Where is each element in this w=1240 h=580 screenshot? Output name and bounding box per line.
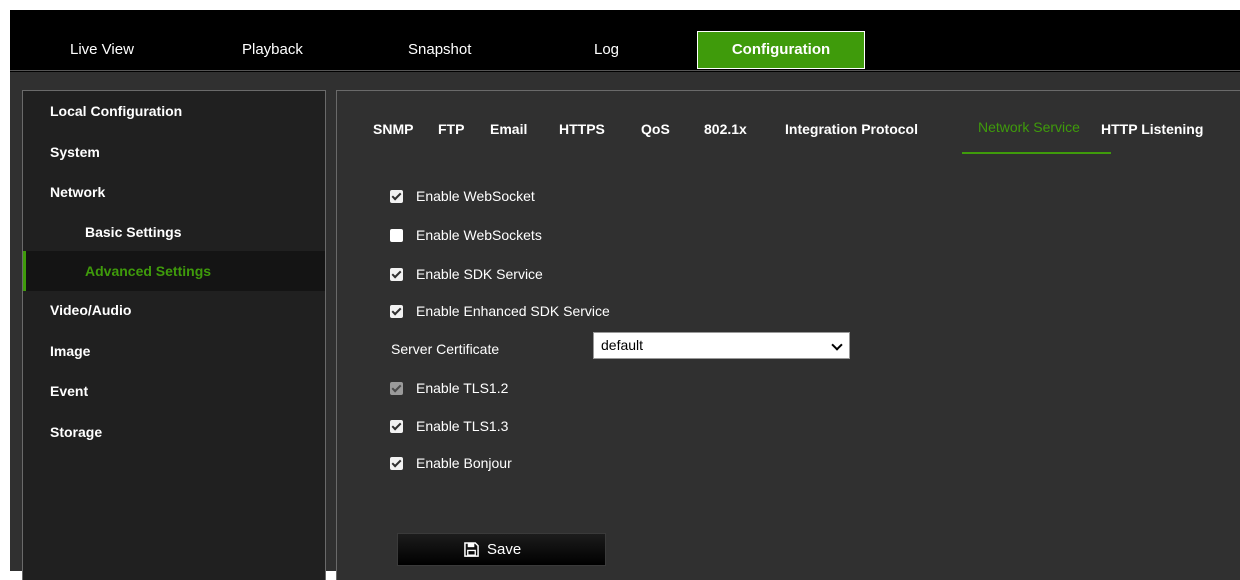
tab-8021x[interactable]: 802.1x: [704, 121, 747, 137]
option-label: Enable WebSocket: [416, 188, 535, 204]
enable-tls13-checkbox[interactable]: [390, 420, 403, 433]
tab-http-listening[interactable]: HTTP Listening: [1101, 121, 1203, 137]
sidebar-item-storage[interactable]: Storage: [23, 412, 325, 452]
tab-network-service[interactable]: Network Service: [978, 119, 1080, 135]
option-label: Enable WebSockets: [416, 227, 542, 243]
server-certificate-label: Server Certificate: [391, 341, 500, 357]
sidebar-item-label: Image: [50, 343, 91, 359]
save-button[interactable]: Save: [397, 533, 606, 566]
sidebar-item-label: Advanced Settings: [85, 263, 212, 279]
save-button-label: Save: [487, 541, 522, 558]
sidebar-item-label: Video/Audio: [50, 302, 132, 318]
sidebar-item-basic-settings[interactable]: Basic Settings: [23, 212, 325, 252]
nav-playback[interactable]: Playback: [242, 30, 303, 70]
option-label: Enable TLS1.3: [416, 418, 509, 434]
sidebar-item-label: System: [50, 144, 100, 160]
enable-websocket-checkbox[interactable]: [390, 190, 403, 203]
tab-qos[interactable]: QoS: [641, 121, 670, 137]
server-certificate-select[interactable]: default: [593, 332, 850, 359]
enable-sdk-service-checkbox[interactable]: [390, 268, 403, 281]
server-certificate-value: default: [601, 337, 644, 353]
tab-email[interactable]: Email: [490, 121, 527, 137]
tab-https[interactable]: HTTPS: [559, 121, 605, 137]
tab-ftp[interactable]: FTP: [438, 121, 464, 137]
nav-configuration[interactable]: Configuration: [697, 31, 865, 69]
nav-log[interactable]: Log: [594, 30, 619, 70]
tab-snmp[interactable]: SNMP: [373, 121, 413, 137]
nav-live-view[interactable]: Live View: [70, 30, 134, 70]
content-panel: SNMP FTP Email HTTPS QoS 802.1x Integrat…: [336, 90, 1240, 580]
sidebar-item-local-configuration[interactable]: Local Configuration: [23, 91, 325, 131]
sidebar-item-label: Event: [50, 383, 89, 399]
option-label: Enable Enhanced SDK Service: [416, 303, 610, 319]
app-window: Live View Playback Snapshot Log Configur…: [10, 10, 1240, 580]
sidebar-item-label: Storage: [50, 424, 103, 440]
nav-snapshot[interactable]: Snapshot: [408, 30, 471, 70]
sidebar-item-label: Local Configuration: [50, 103, 183, 119]
sidebar-item-event[interactable]: Event: [23, 371, 325, 411]
sidebar-item-advanced-settings[interactable]: Advanced Settings: [23, 251, 325, 291]
sidebar-item-image[interactable]: Image: [23, 331, 325, 371]
sidebar-item-network[interactable]: Network: [23, 172, 325, 212]
nav-divider: [10, 70, 1240, 71]
sidebar-item-system[interactable]: System: [23, 132, 325, 172]
top-strip: [10, 10, 1240, 30]
sidebar-item-video-audio[interactable]: Video/Audio: [23, 290, 325, 330]
sidebar-item-label: Network: [50, 184, 106, 200]
tab-integration-protocol[interactable]: Integration Protocol: [785, 121, 918, 137]
sidebar: Local Configuration System Network Basic…: [22, 90, 326, 580]
enable-enhanced-sdk-service-checkbox[interactable]: [390, 305, 403, 318]
main-nav: Live View Playback Snapshot Log Configur…: [10, 30, 1240, 72]
enable-tls12-checkbox: [390, 382, 403, 395]
active-tab-indicator: [962, 152, 1111, 154]
floppy-disk-icon: [464, 542, 479, 557]
enable-bonjour-checkbox[interactable]: [390, 457, 403, 470]
chevron-down-icon: [831, 339, 843, 351]
enable-websockets-checkbox[interactable]: [390, 229, 403, 242]
option-label: Enable SDK Service: [416, 266, 543, 282]
sidebar-item-label: Basic Settings: [85, 224, 182, 240]
option-label: Enable Bonjour: [416, 455, 512, 471]
option-label: Enable TLS1.2: [416, 380, 509, 396]
